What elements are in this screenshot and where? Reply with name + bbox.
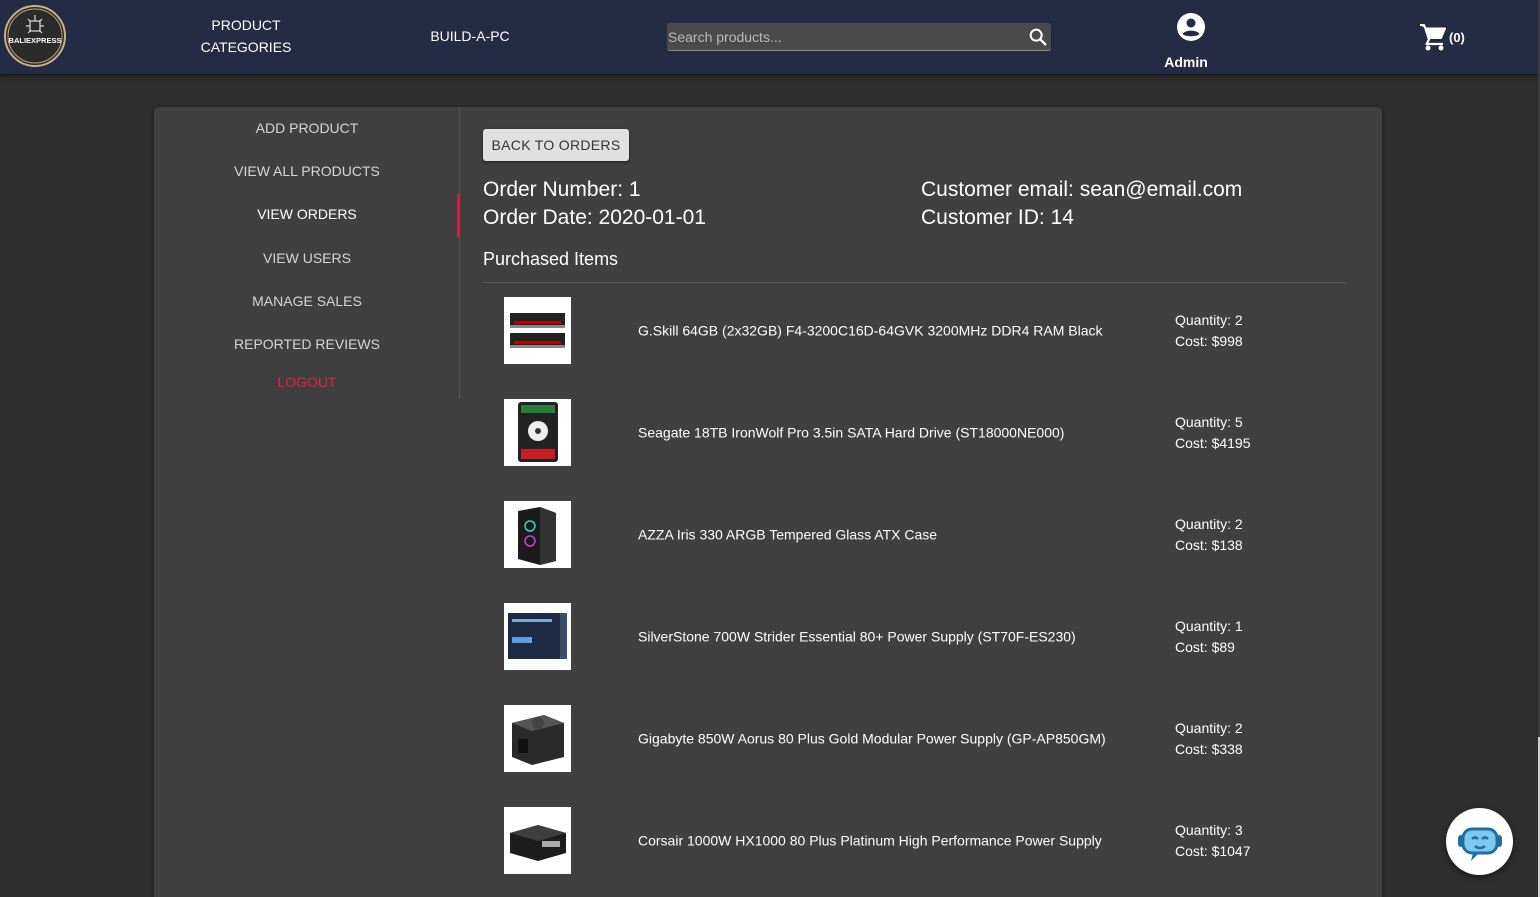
list-item[interactable]: AZZA Iris 330 ARGB Tempered Glass ATX Ca… (504, 501, 1354, 569)
list-item[interactable]: SilverStone 700W Strider Essential 80+ P… (504, 603, 1354, 671)
top-navbar: BALIEXPRESS PRODUCT CATEGORIES BUILD-A-P… (0, 0, 1538, 74)
chatbot-icon (1457, 827, 1502, 861)
sidebar-item-manage-sales[interactable]: MANAGE SALES (154, 291, 460, 311)
account-circle-icon[interactable] (1176, 12, 1206, 42)
list-item[interactable]: G.Skill 64GB (2x32GB) F4-3200C16D-64GVK … (504, 297, 1354, 365)
customer-id: Customer ID: 14 (921, 206, 1074, 229)
svg-text:BALIEXPRESS: BALIEXPRESS (9, 36, 62, 45)
admin-panel: ADD PRODUCT VIEW ALL PRODUCTS VIEW ORDER… (154, 107, 1382, 897)
product-quantity: Quantity: 2 (1175, 312, 1243, 328)
account-label[interactable]: Admin (1158, 54, 1214, 70)
product-meta: Quantity: 3 Cost: $1047 (1175, 820, 1325, 862)
order-number: Order Number: 1 (483, 178, 641, 201)
search-icon[interactable] (1027, 26, 1049, 48)
product-name: Corsair 1000W HX1000 80 Plus Platinum Hi… (638, 832, 1102, 849)
product-image-power-supply (504, 807, 571, 874)
product-cost: Cost: $998 (1175, 333, 1243, 349)
nav-build-a-pc[interactable]: BUILD-A-PC (428, 25, 512, 47)
purchased-items-heading: Purchased Items (483, 249, 619, 269)
product-cost: Cost: $4195 (1175, 435, 1251, 451)
sidebar-item-view-orders[interactable]: VIEW ORDERS (154, 204, 460, 224)
cart-count-badge: (0) (1449, 30, 1465, 45)
list-item[interactable]: Seagate 18TB IronWolf Pro 3.5in SATA Har… (504, 399, 1354, 467)
product-image-ram (504, 297, 571, 364)
product-name: Seagate 18TB IronWolf Pro 3.5in SATA Har… (638, 424, 1065, 441)
nav-product-categories[interactable]: PRODUCT CATEGORIES (196, 14, 296, 58)
order-details: BACK TO ORDERS Order Number: 1 Order Dat… (460, 107, 1382, 897)
sidebar-item-view-users[interactable]: VIEW USERS (154, 248, 460, 268)
customer-email: Customer email: sean@email.com (921, 178, 1243, 201)
product-quantity: Quantity: 1 (1175, 618, 1243, 634)
sidebar-item-reported-reviews[interactable]: REPORTED REVIEWS (154, 334, 460, 354)
product-quantity: Quantity: 5 (1175, 414, 1243, 430)
search-bar (667, 23, 1051, 51)
product-meta: Quantity: 2 Cost: $338 (1175, 718, 1325, 760)
back-to-orders-button[interactable]: BACK TO ORDERS (483, 129, 629, 161)
search-input[interactable] (667, 23, 1017, 50)
product-name: Gigabyte 850W Aorus 80 Plus Gold Modular… (638, 730, 1106, 747)
product-cost: Cost: $138 (1175, 537, 1243, 553)
list-item[interactable]: Corsair 1000W HX1000 80 Plus Platinum Hi… (504, 807, 1354, 875)
product-meta: Quantity: 2 Cost: $998 (1175, 310, 1325, 352)
baliexpress-logo[interactable]: BALIEXPRESS (4, 5, 66, 67)
admin-sidebar: ADD PRODUCT VIEW ALL PRODUCTS VIEW ORDER… (154, 107, 460, 399)
list-item[interactable]: Gigabyte 850W Aorus 80 Plus Gold Modular… (504, 705, 1354, 773)
shopping-cart-icon[interactable] (1418, 22, 1448, 52)
product-cost: Cost: $338 (1175, 741, 1243, 757)
product-name: G.Skill 64GB (2x32GB) F4-3200C16D-64GVK … (638, 322, 1103, 339)
sidebar-item-add-product[interactable]: ADD PRODUCT (154, 118, 460, 138)
product-meta: Quantity: 2 Cost: $138 (1175, 514, 1325, 556)
logout-link[interactable]: LOGOUT (210, 372, 404, 392)
product-image-hard-drive (504, 399, 571, 466)
product-image-power-supply (504, 705, 571, 772)
product-image-case (504, 501, 571, 568)
product-cost: Cost: $89 (1175, 639, 1235, 655)
product-quantity: Quantity: 2 (1175, 720, 1243, 736)
product-quantity: Quantity: 2 (1175, 516, 1243, 532)
section-divider (483, 282, 1346, 283)
chatbot-button[interactable] (1446, 808, 1513, 875)
product-image-power-supply (504, 603, 571, 670)
product-quantity: Quantity: 3 (1175, 822, 1243, 838)
order-date: Order Date: 2020-01-01 (483, 206, 706, 229)
product-meta: Quantity: 1 Cost: $89 (1175, 616, 1325, 658)
product-meta: Quantity: 5 Cost: $4195 (1175, 412, 1325, 454)
sidebar-item-view-all-products[interactable]: VIEW ALL PRODUCTS (154, 161, 460, 181)
product-cost: Cost: $1047 (1175, 843, 1251, 859)
product-name: SilverStone 700W Strider Essential 80+ P… (638, 628, 1076, 645)
product-name: AZZA Iris 330 ARGB Tempered Glass ATX Ca… (638, 526, 938, 543)
